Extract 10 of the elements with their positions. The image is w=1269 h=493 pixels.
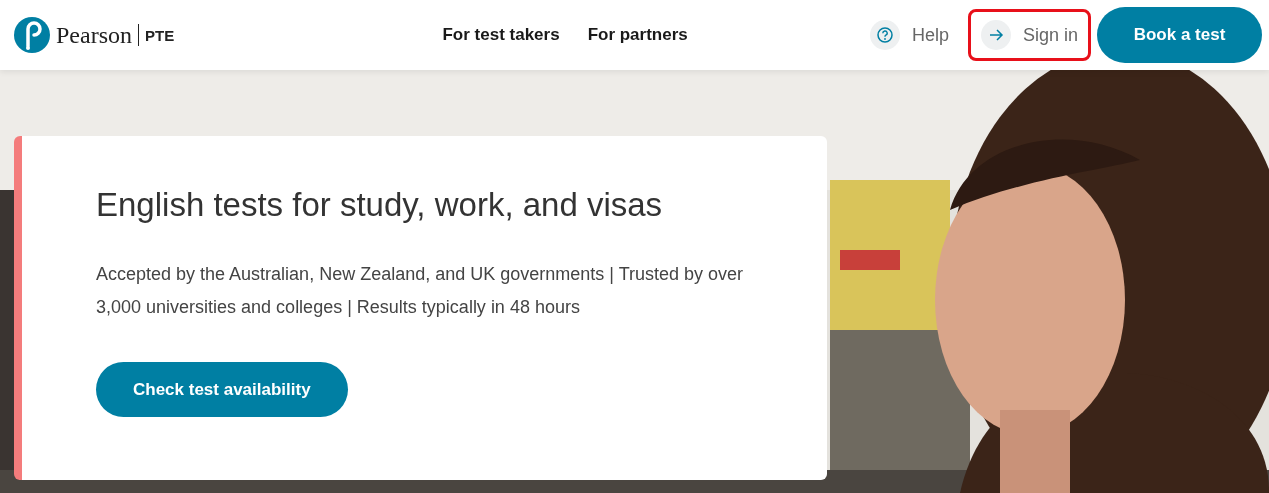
book-test-button[interactable]: Book a test (1097, 7, 1262, 63)
brand-name: Pearson (56, 24, 139, 46)
header-link[interactable]: Help (856, 9, 962, 61)
hero-title: English tests for study, work, and visas (96, 186, 664, 224)
product-name: PTE (145, 26, 175, 44)
nav-link[interactable]: For partners (587, 25, 688, 45)
check-availability-button[interactable]: Check test availability (96, 362, 348, 417)
header-link[interactable]: Sign in (967, 9, 1091, 61)
hero-description: Accepted by the Australian, New Zealand, and UK governments | Trusted by over 3,000 universities and colleges | Results typically in 48 hours (96, 263, 745, 319)
nav-link[interactable]: For test takers (442, 25, 560, 45)
